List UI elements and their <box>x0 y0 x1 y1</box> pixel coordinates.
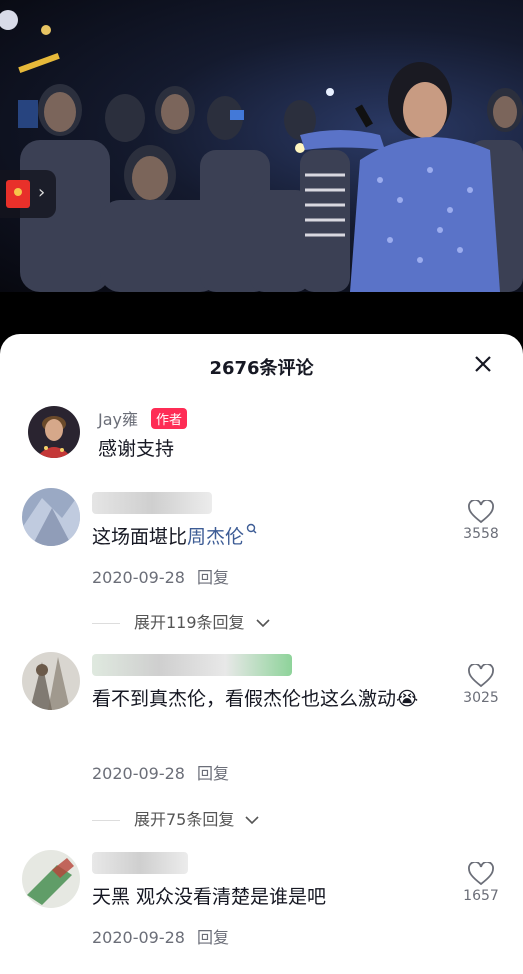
username-blurred[interactable] <box>92 654 292 676</box>
comment-sheet: 2676条评论 Jay雍 作者 感谢支持 这场面堪比周杰伦 2020-09-28… <box>0 334 523 974</box>
red-packet-widget[interactable]: › <box>0 170 56 218</box>
like-count: 3558 <box>463 526 499 542</box>
expand-replies[interactable]: 展开119条回复 <box>92 609 270 633</box>
divider-line <box>92 820 120 821</box>
comment-text: 这场面堪比周杰伦 <box>92 520 452 554</box>
user-avatar[interactable] <box>22 652 80 710</box>
username-blurred[interactable] <box>92 852 188 874</box>
username-blurred[interactable] <box>92 492 212 514</box>
comment-meta: 2020-09-28 回复 <box>92 564 229 588</box>
reply-button[interactable]: 回复 <box>197 568 229 587</box>
author-badge: 作者 <box>151 408 188 429</box>
expand-replies[interactable]: 展开75条回复 <box>92 806 260 830</box>
comment-date: 2020-09-28 <box>92 764 185 783</box>
user-avatar[interactable] <box>22 488 80 546</box>
search-icon <box>246 523 257 534</box>
like-button[interactable]: 1657 <box>459 862 503 904</box>
close-icon[interactable] <box>473 354 493 374</box>
like-button[interactable]: 3025 <box>459 664 503 706</box>
like-count: 3025 <box>463 690 499 706</box>
red-packet-icon <box>6 180 30 208</box>
reply-button[interactable]: 回复 <box>197 764 229 783</box>
concert-scene <box>0 10 523 292</box>
video-player[interactable]: › <box>0 0 523 292</box>
comment-text: 天黑 观众没看清楚是谁是吧 <box>92 886 327 908</box>
reply-button[interactable]: 回复 <box>197 928 229 947</box>
expand-replies-label: 展开75条回复 <box>134 810 235 829</box>
comment-date: 2020-09-28 <box>92 928 185 947</box>
comment-meta: 2020-09-28 回复 <box>92 760 229 784</box>
heart-icon <box>468 862 494 886</box>
like-button[interactable]: 3558 <box>459 500 503 542</box>
chevron-right-icon: › <box>38 182 46 203</box>
comment-text: 感谢支持 <box>98 438 175 460</box>
comment-count-title: 2676条评论 <box>209 358 314 379</box>
comment-meta: 2020-09-28 回复 <box>92 924 229 948</box>
comment-date: 2020-09-28 <box>92 568 185 587</box>
hashtag-link[interactable]: 周杰伦 <box>187 526 244 548</box>
comment-text: 看不到真杰伦，看假杰伦也这么激动😭 <box>92 688 419 710</box>
like-count: 1657 <box>463 888 499 904</box>
author-avatar[interactable] <box>28 406 80 458</box>
user-avatar[interactable] <box>22 850 80 908</box>
author-name[interactable]: Jay雍 <box>98 406 138 430</box>
chevron-down-icon <box>256 619 270 628</box>
heart-icon <box>468 500 494 524</box>
chevron-down-icon <box>245 816 260 825</box>
divider-line <box>92 623 120 624</box>
expand-replies-label: 展开119条回复 <box>134 613 245 632</box>
crying-emoji: 😭 <box>396 688 419 710</box>
heart-icon <box>468 664 494 688</box>
